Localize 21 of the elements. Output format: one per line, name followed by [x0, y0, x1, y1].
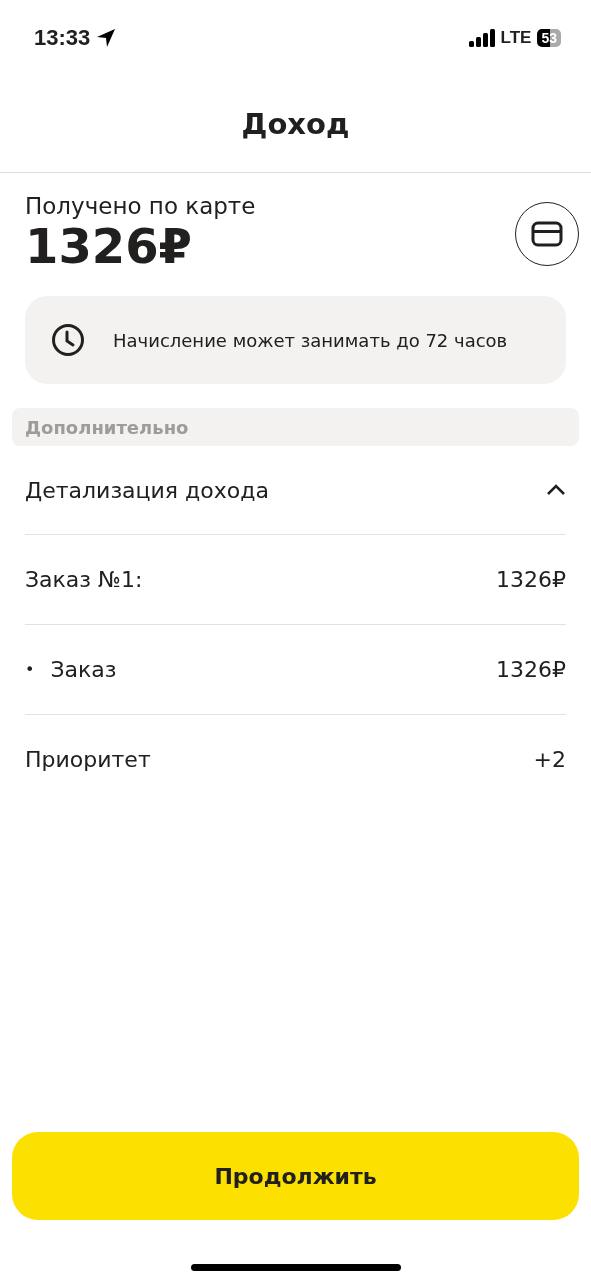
clock-icon [51, 323, 85, 358]
detail-value: 1326₽ [496, 657, 566, 683]
notice-text: Начисление может занимать до 72 часов [113, 329, 508, 351]
detail-label: Заказ №1: [25, 567, 143, 593]
signal-icon [468, 28, 495, 47]
page-title: Доход [241, 106, 350, 141]
chevron-up-icon[interactable] [546, 484, 566, 497]
details-title[interactable]: Детализация дохода [25, 477, 269, 503]
section-title: Дополнительно [25, 416, 189, 438]
network-label: LTE [500, 27, 532, 48]
summary-label: Получено по карте [25, 193, 256, 219]
detail-label: Заказ [50, 657, 117, 683]
summary-amount: 1326₽ [25, 219, 192, 275]
continue-button[interactable]: Продолжить [12, 1132, 579, 1220]
detail-label: Приоритет [25, 747, 151, 773]
status-time: 13:33 [34, 24, 91, 51]
detail-value: 1326₽ [496, 567, 566, 593]
card-icon [531, 220, 563, 247]
location-arrow-icon [96, 27, 117, 48]
detail-value: +2 [533, 747, 566, 773]
bullet: • [25, 660, 35, 680]
